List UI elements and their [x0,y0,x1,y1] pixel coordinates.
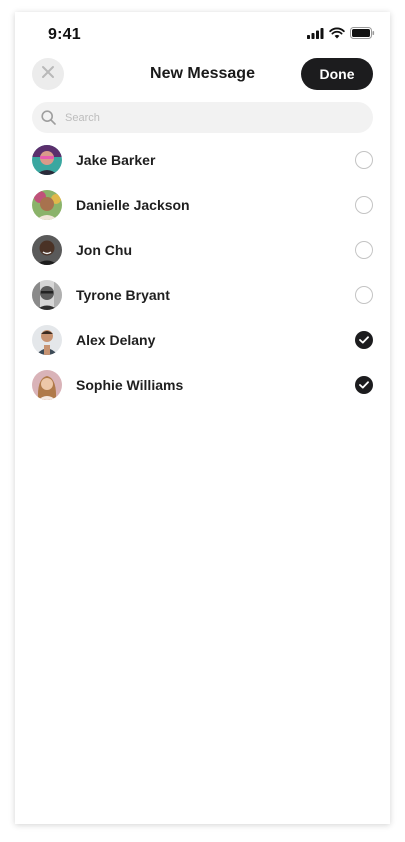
contact-row[interactable]: Tyrone Bryant [15,272,390,317]
cellular-signal-icon [307,26,324,44]
select-radio[interactable] [355,240,373,259]
contact-row[interactable]: Jake Barker [15,137,390,182]
battery-icon [350,26,375,44]
status-time: 9:41 [48,26,81,43]
contact-list: Jake Barker Danielle Jackson Jon Chu Tyr… [15,137,390,407]
checkmark-icon [359,376,369,394]
contact-name: Danielle Jackson [76,196,190,213]
search-input[interactable] [63,110,347,125]
avatar [32,189,62,220]
contact-name: Jon Chu [76,241,132,258]
header-bar: New Message Done [15,56,390,100]
contact-row[interactable]: Alex Delany [15,317,390,362]
select-checkbox-checked[interactable] [355,375,373,394]
search-icon [40,110,56,126]
phone-screen: 9:41 New Message Done Search Jake Barker… [15,12,390,824]
contact-row[interactable]: Danielle Jackson [15,182,390,227]
avatar [32,144,62,175]
select-radio[interactable] [355,285,373,304]
contact-name: Tyrone Bryant [76,286,170,303]
avatar [32,234,62,265]
checkmark-icon [359,331,369,349]
status-bar: 9:41 [15,12,390,56]
search-bar[interactable] [32,102,373,133]
contact-row[interactable]: Jon Chu [15,227,390,272]
select-checkbox-checked[interactable] [355,330,373,349]
contact-name: Alex Delany [76,331,156,348]
select-radio[interactable] [355,195,373,214]
avatar [32,324,62,355]
avatar [32,369,62,400]
contact-name: Jake Barker [76,151,156,168]
done-button[interactable]: Done [301,58,373,90]
contact-row[interactable]: Sophie Williams [15,362,390,407]
contact-name: Sophie Williams [76,376,184,393]
status-icons [307,26,375,44]
select-radio[interactable] [355,150,373,169]
wifi-icon [329,26,345,44]
avatar [32,279,62,310]
